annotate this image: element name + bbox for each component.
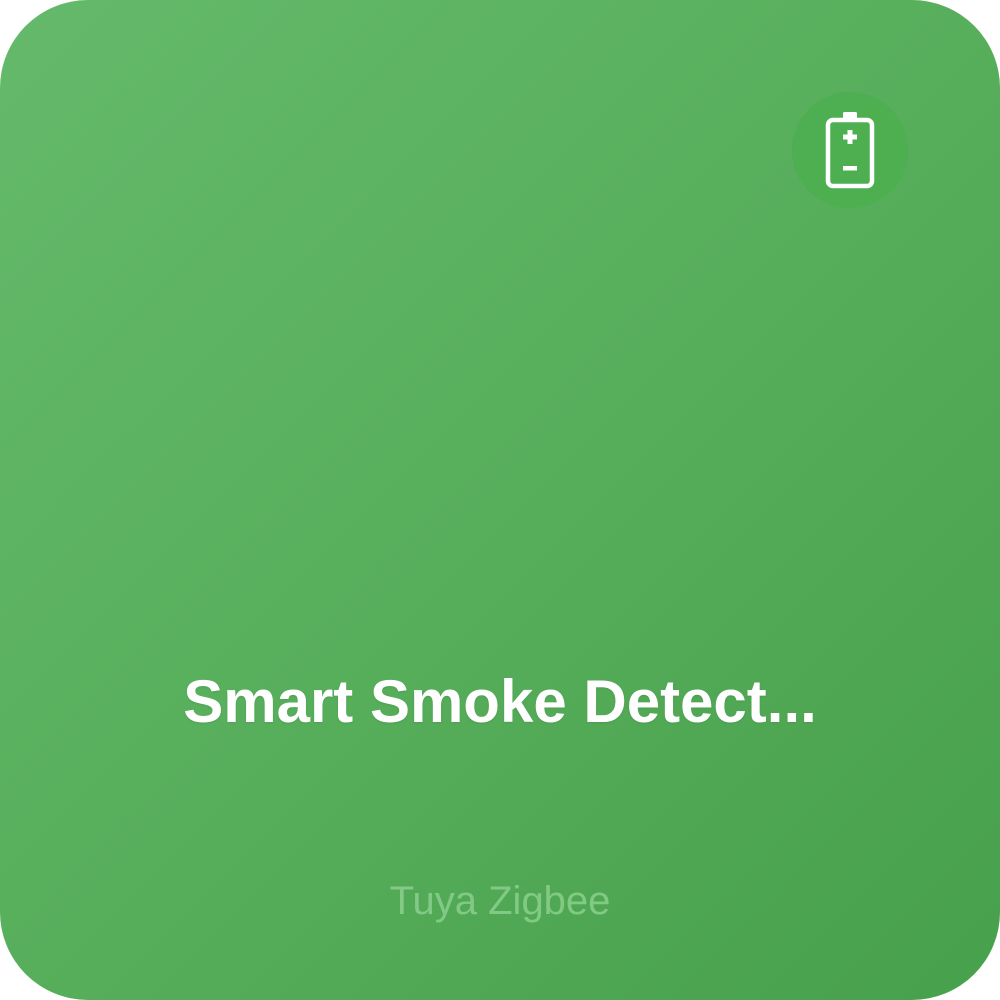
device-subtitle: Tuya Zigbee (389, 879, 611, 923)
device-name: Smart Smoke Detect... (183, 668, 817, 735)
device-card[interactable]: Smart Smoke Detect... Tuya Zigbee (0, 0, 1000, 1000)
battery-icon (820, 108, 880, 192)
battery-status-button[interactable] (792, 92, 908, 208)
